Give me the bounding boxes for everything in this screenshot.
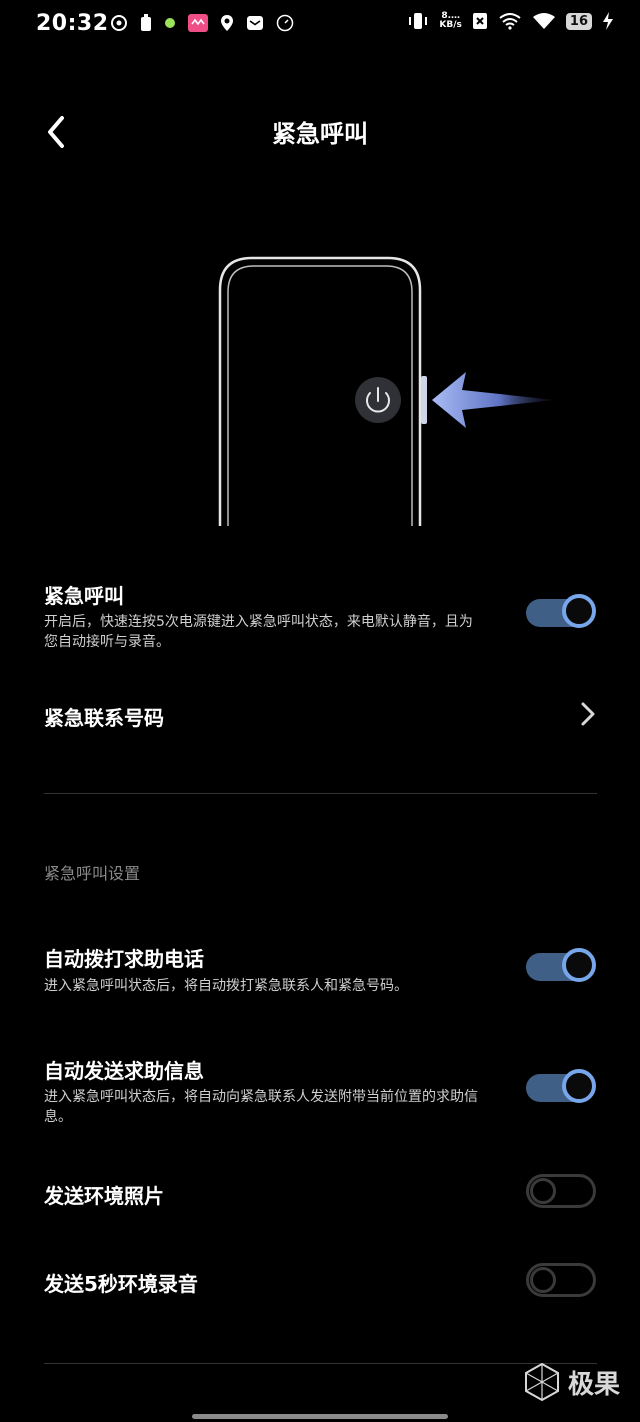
phone-outline-graphic xyxy=(218,256,555,526)
status-notification-icons xyxy=(110,14,294,32)
music-app-icon xyxy=(111,15,127,31)
location-icon xyxy=(221,15,233,31)
chevron-right-icon[interactable] xyxy=(580,701,596,727)
settings-section-label: 紧急呼叫设置 xyxy=(44,864,141,883)
emergency-call-title: 紧急呼叫 xyxy=(44,584,124,608)
section-divider xyxy=(44,793,597,794)
toggle-knob xyxy=(562,1069,596,1103)
network-speed: 8.… KB/s xyxy=(439,12,461,30)
auto-dial-description: 进入紧急呼叫状态后，将自动拨打紧急联系人和紧急号码。 xyxy=(44,978,408,994)
watermark-text: 极果 xyxy=(567,1369,620,1400)
power-button-illustration xyxy=(200,250,580,530)
battery-level: 16 xyxy=(565,12,592,30)
toggle-knob xyxy=(530,1267,556,1293)
status-system-icons: 8.… KB/s 16 xyxy=(407,12,614,30)
send-audio-title: 发送5秒环境录音 xyxy=(44,1272,198,1296)
vibrate-icon xyxy=(409,13,428,29)
emergency-contacts-row[interactable]: 紧急联系号码 xyxy=(44,702,164,731)
page-title: 紧急呼叫 xyxy=(272,120,368,148)
emergency-call-toggle[interactable] xyxy=(526,594,596,632)
watermark-logo-icon xyxy=(524,1362,559,1402)
auto-message-description: 进入紧急呼叫状态后，将自动向紧急联系人发送附带当前位置的求助信息。 xyxy=(44,1089,478,1125)
toggle-knob xyxy=(562,594,596,628)
auto-message-title: 自动发送求助信息 xyxy=(44,1059,204,1083)
network-speed-unit: KB/s xyxy=(439,20,462,30)
toggle-knob xyxy=(562,948,596,982)
charging-icon xyxy=(603,12,613,30)
send-audio-toggle[interactable] xyxy=(526,1261,596,1299)
wifi-icon xyxy=(532,13,555,29)
watermark: 极果 xyxy=(522,1362,620,1402)
pink-app-icon xyxy=(188,14,208,32)
timer-icon xyxy=(276,14,294,32)
auto-dial-title: 自动拨打求助电话 xyxy=(44,947,204,971)
auto-dial-toggle[interactable] xyxy=(526,948,596,986)
send-photo-title: 发送环境照片 xyxy=(44,1184,164,1208)
no-sim-icon xyxy=(472,13,487,29)
wifi-alt-icon xyxy=(499,13,521,30)
home-indicator[interactable] xyxy=(192,1414,448,1419)
green-dot-icon xyxy=(165,18,175,28)
battery-app-icon xyxy=(141,14,151,31)
status-bar: 20:32 8.… KB/s 16 xyxy=(0,0,640,50)
status-time: 20:32 xyxy=(36,11,109,36)
toggle-knob xyxy=(530,1178,556,1204)
mail-icon xyxy=(247,16,263,30)
send-photo-toggle[interactable] xyxy=(526,1172,596,1210)
auto-message-toggle[interactable] xyxy=(526,1069,596,1107)
bottom-divider xyxy=(44,1363,597,1364)
emergency-call-description: 开启后，快速连按5次电源键进入紧急呼叫状态，来电默认静音，且为您自动接听与录音。 xyxy=(44,614,473,650)
